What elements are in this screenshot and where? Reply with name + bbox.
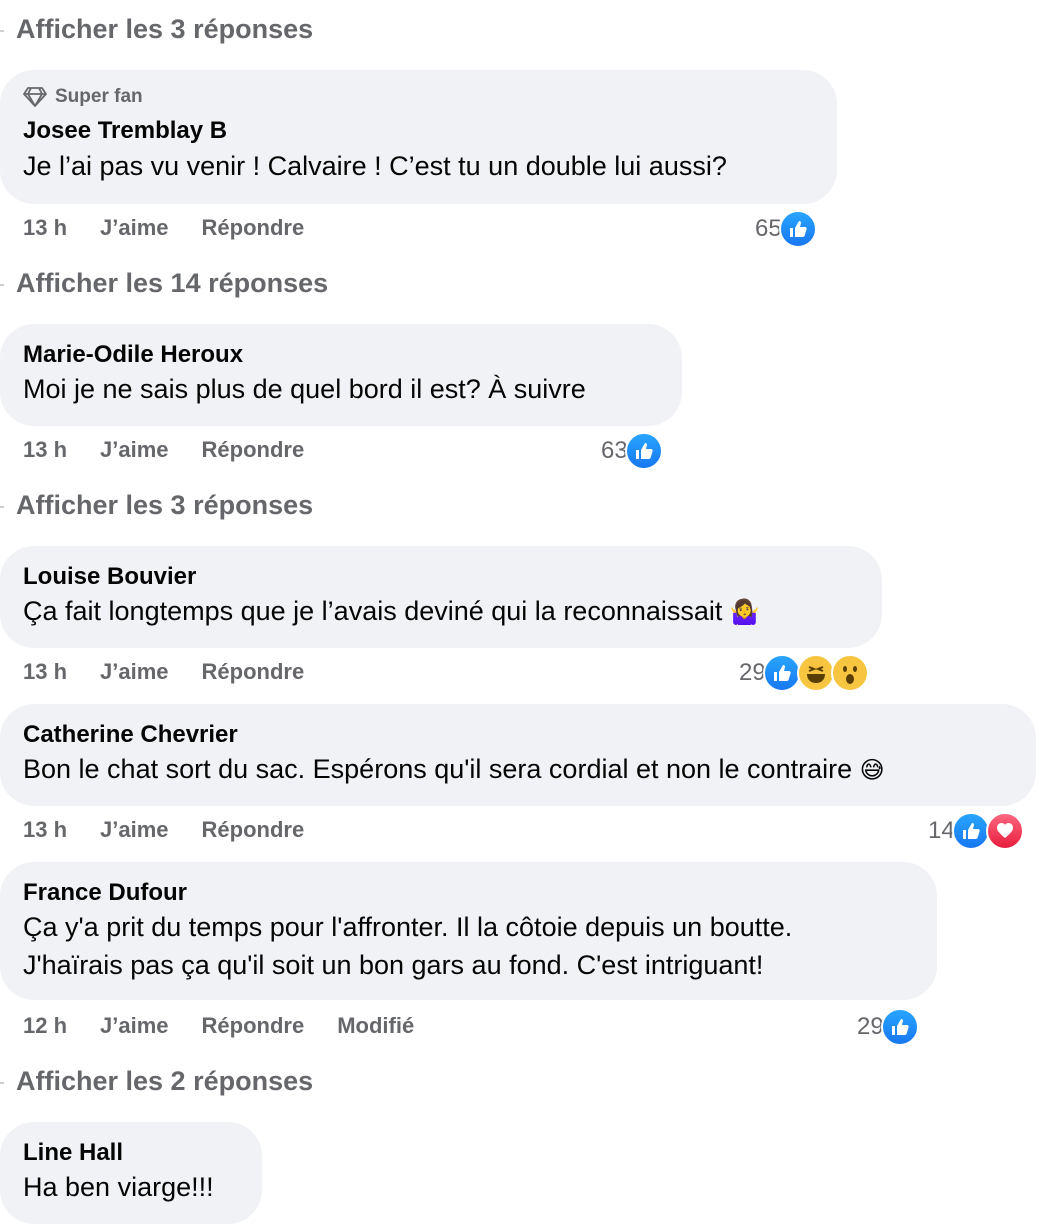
wow-icon (830, 654, 869, 692)
reaction-count: 14 (928, 817, 955, 844)
comment-author[interactable]: Louise Bouvier (23, 563, 882, 591)
reply-button[interactable]: Répondre (202, 1013, 305, 1039)
reaction-count: 29 (857, 1013, 884, 1040)
comment-actions: 12 h J’aime Répondre Modifié (23, 1011, 447, 1041)
reply-button[interactable]: Répondre (202, 817, 305, 843)
like-button[interactable]: J’aime (100, 1013, 169, 1039)
super-fan-badge[interactable]: Super fan (23, 85, 837, 109)
shrug-emoji: 🤷‍♀️ (729, 598, 760, 626)
comment-author[interactable]: France Dufour (23, 879, 937, 907)
comment-text-line-2: J'haïrais pas ça qu'il soit un bon gars … (23, 950, 764, 980)
like-icon (762, 654, 801, 692)
comment-bubble: France Dufour Ça y'a prit du temps pour … (0, 862, 937, 1000)
like-button[interactable]: J’aime (100, 437, 169, 463)
comment-text-content: Ça fait longtemps que je l’avais deviné … (23, 596, 723, 626)
view-replies-link[interactable]: Afficher les 14 réponses (0, 268, 328, 299)
comment-author[interactable]: Catherine Chevrier (23, 721, 1036, 749)
diamond-icon (23, 87, 47, 107)
like-icon (880, 1008, 919, 1046)
view-replies-link[interactable]: Afficher les 3 réponses (0, 490, 313, 521)
comment-timestamp[interactable]: 12 h (23, 1013, 67, 1039)
like-button[interactable]: J’aime (100, 817, 169, 843)
comment-actions: 13 h J’aime Répondre (23, 435, 337, 465)
reaction-count: 63 (601, 437, 628, 464)
comment-text: Moi je ne sais plus de quel bord il est?… (23, 374, 586, 404)
haha-icon (796, 654, 835, 692)
reply-button[interactable]: Répondre (202, 437, 305, 463)
comment-bubble: Catherine Chevrier Bon le chat sort du s… (0, 704, 1036, 806)
comment-actions: 13 h J’aime Répondre (23, 815, 337, 845)
comment-timestamp[interactable]: 13 h (23, 215, 67, 241)
comment-author[interactable]: Line Hall (23, 1139, 262, 1167)
reaction-count: 29 (739, 659, 766, 686)
reaction-summary[interactable]: 63 (601, 432, 663, 470)
reply-button[interactable]: Répondre (202, 215, 305, 241)
comment-timestamp[interactable]: 13 h (23, 817, 67, 843)
comment-text: Ha ben viarge!!! (23, 1172, 214, 1202)
reaction-summary[interactable]: 65 (755, 210, 817, 248)
like-icon (624, 432, 663, 470)
reaction-summary[interactable]: 14 (928, 812, 1024, 850)
comment-author[interactable]: Josee Tremblay B (23, 117, 837, 145)
love-icon (985, 812, 1024, 850)
comment-timestamp[interactable]: 13 h (23, 437, 67, 463)
like-icon (778, 210, 817, 248)
reaction-summary[interactable]: 29 (857, 1008, 919, 1046)
comment-bubble: Super fan Josee Tremblay B Je l’ai pas v… (0, 70, 837, 204)
reaction-summary[interactable]: 29 (739, 654, 869, 692)
comment-actions: 13 h J’aime Répondre (23, 657, 337, 687)
view-replies-link[interactable]: Afficher les 2 réponses (0, 1066, 313, 1097)
sweat-smile-emoji: 😅 (859, 756, 885, 784)
comment-actions: 13 h J’aime Répondre (23, 213, 337, 243)
comment-bubble: Marie-Odile Heroux Moi je ne sais plus d… (0, 324, 682, 426)
view-replies-link[interactable]: Afficher les 3 réponses (0, 14, 313, 45)
comment-bubble: Louise Bouvier Ça fait longtemps que je … (0, 546, 882, 648)
comment-text: Je l’ai pas vu venir ! Calvaire ! C’est … (23, 151, 727, 181)
edited-label[interactable]: Modifié (337, 1013, 414, 1039)
badge-label: Super fan (55, 86, 143, 107)
comment-text: Ça fait longtemps que je l’avais deviné … (23, 592, 882, 631)
comment-timestamp[interactable]: 13 h (23, 659, 67, 685)
comment-text-line-1: Ça y'a prit du temps pour l'affronter. I… (23, 912, 793, 942)
like-button[interactable]: J’aime (100, 215, 169, 241)
like-button[interactable]: J’aime (100, 659, 169, 685)
comment-text-content: Bon le chat sort du sac. Espérons qu'il … (23, 754, 853, 784)
reaction-count: 65 (755, 215, 782, 242)
reply-button[interactable]: Répondre (202, 659, 305, 685)
like-icon (951, 812, 990, 850)
comment-bubble: Line Hall Ha ben viarge!!! (0, 1122, 262, 1224)
comment-author[interactable]: Marie-Odile Heroux (23, 341, 682, 369)
comment-text: Bon le chat sort du sac. Espérons qu'il … (23, 750, 1036, 789)
